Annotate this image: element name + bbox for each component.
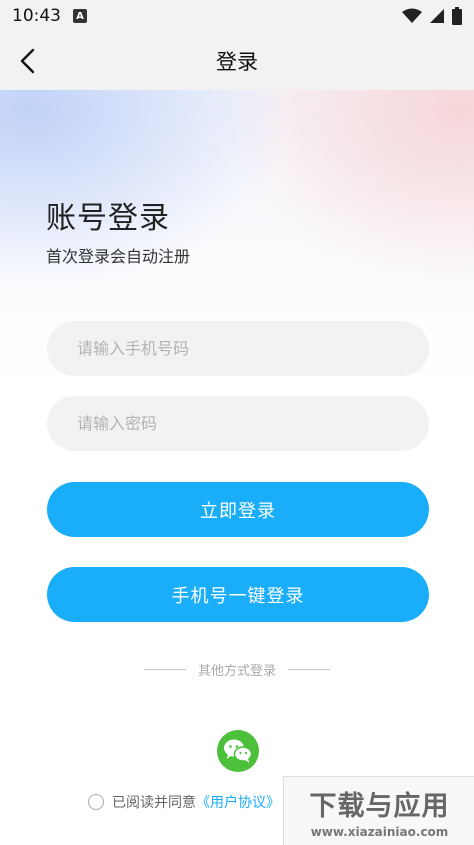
watermark-logo: 下载与应用 www.xiazainiao.com	[283, 776, 474, 845]
watermark-url: www.xiazainiao.com	[310, 824, 449, 839]
user-agreement-link[interactable]: 《用户协议》	[196, 792, 280, 812]
divider-line-left	[143, 669, 186, 670]
other-login-divider: 其他方式登录	[0, 660, 474, 679]
status-time: 10:43	[12, 6, 61, 26]
login-subtitle: 首次登录会自动注册	[46, 247, 191, 266]
password-input[interactable]	[47, 396, 429, 451]
wechat-login-button[interactable]	[217, 730, 259, 772]
status-bar: 10:43 A	[0, 0, 474, 32]
phone-input[interactable]	[47, 321, 429, 376]
wifi-icon	[402, 8, 422, 23]
agreement-row: 已阅读并同意 《用户协议》	[88, 792, 280, 812]
battery-icon	[452, 7, 462, 25]
login-header: 账号登录 首次登录会自动注册	[46, 193, 190, 267]
app-indicator-icon: A	[73, 9, 87, 23]
status-right	[402, 7, 462, 25]
chevron-left-icon	[20, 48, 35, 74]
agreement-checkbox[interactable]	[88, 794, 104, 810]
status-left: 10:43 A	[12, 6, 87, 26]
page-title: 登录	[216, 50, 258, 74]
wechat-icon	[224, 739, 253, 763]
other-login-label: 其他方式登录	[197, 664, 276, 679]
nav-bar: 登录	[0, 32, 474, 90]
agreement-text: 已阅读并同意	[112, 795, 196, 811]
watermark-text: 下载与应用	[309, 790, 450, 822]
divider-line-right	[288, 669, 330, 670]
signal-icon	[430, 9, 444, 23]
one-click-login-button[interactable]: 手机号一键登录	[47, 567, 429, 622]
login-button[interactable]: 立即登录	[47, 482, 429, 537]
back-button[interactable]	[14, 46, 44, 76]
login-title: 账号登录	[46, 201, 170, 236]
